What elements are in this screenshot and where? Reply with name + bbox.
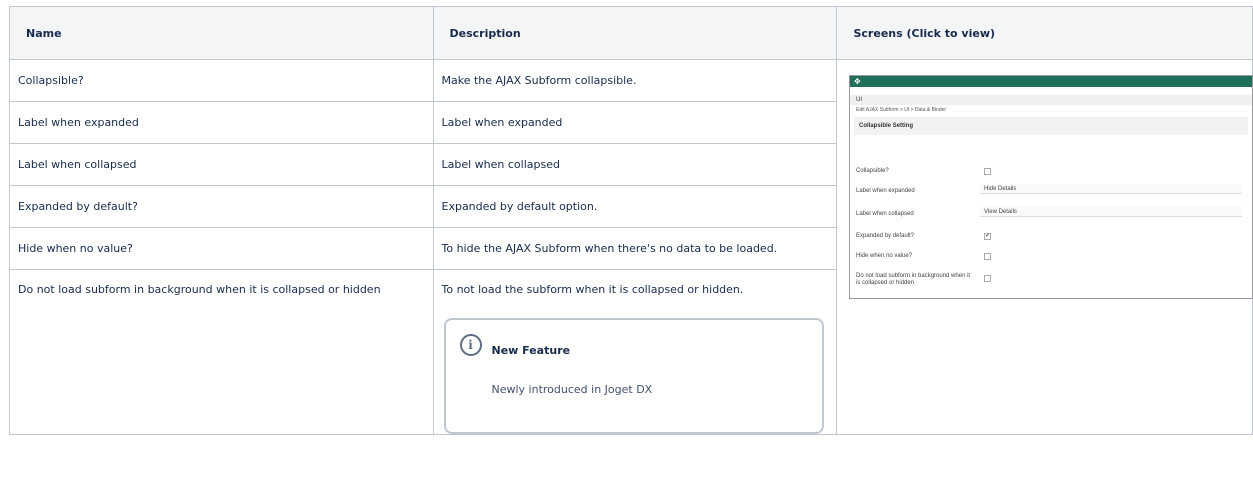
column-header-name: Name xyxy=(9,6,434,60)
row-name: Collapsible? xyxy=(9,59,434,102)
row-name: Do not load subform in background when i… xyxy=(9,269,434,435)
row-description: To not load the subform when it is colla… xyxy=(441,283,744,296)
screenshot-field-label: Do not load subform in background when i… xyxy=(856,273,971,286)
screenshot-checkbox xyxy=(984,275,991,282)
column-header-description: Description xyxy=(432,6,838,60)
screenshot-thumbnail[interactable]: ✥ UI Edit AJAX Subform > UI > Data & Bin… xyxy=(849,75,1253,299)
row-name: Expanded by default? xyxy=(9,185,434,228)
screenshot-breadcrumb: Edit AJAX Subform > UI > Data & Binder xyxy=(856,107,947,113)
screenshot-input-value: Hide Details xyxy=(984,186,1017,192)
screenshot-checkbox: ✔ xyxy=(984,233,991,240)
row-name: Hide when no value? xyxy=(9,227,434,270)
row-name: Label when expanded xyxy=(9,101,434,144)
row-description: Make the AJAX Subform collapsible. xyxy=(432,59,838,102)
screenshot-section-title: Collapsible Setting xyxy=(854,117,1248,135)
screenshot-title: UI xyxy=(850,95,1252,105)
info-panel-title: New Feature xyxy=(491,344,571,357)
screenshot-checkbox xyxy=(984,168,991,175)
table-header-row: Name Description Screens (Click to view) xyxy=(9,6,1253,60)
screenshot-input-value: View Details xyxy=(984,209,1017,215)
screenshot-checkbox xyxy=(984,253,991,260)
screenshot-field-label: Hide when no value? xyxy=(856,253,913,259)
screenshot-field-label: Label when expanded xyxy=(856,188,915,194)
move-icon: ✥ xyxy=(854,77,861,86)
info-panel: i New Feature Newly introduced in Joget … xyxy=(443,318,824,434)
screenshot-field-label: Expanded by default? xyxy=(856,233,915,239)
row-description: To hide the AJAX Subform when there's no… xyxy=(432,227,838,270)
row-description-with-panel: To not load the subform when it is colla… xyxy=(432,269,838,435)
row-description: Label when collapsed xyxy=(432,143,838,186)
screenshot-input xyxy=(980,184,1242,194)
column-header-screens: Screens (Click to view) xyxy=(836,6,1253,60)
row-description: Label when expanded xyxy=(432,101,838,144)
row-name: Label when collapsed xyxy=(9,143,434,186)
row-description: Expanded by default option. xyxy=(432,185,838,228)
info-icon: i xyxy=(459,334,482,356)
info-panel-body: Newly introduced in Joget DX xyxy=(491,383,653,396)
screenshot-input xyxy=(980,207,1242,217)
screenshot-topbar: ✥ xyxy=(850,76,1252,87)
screenshot-field-label: Collapsible? xyxy=(856,168,889,174)
screenshot-field-label: Label when collapsed xyxy=(856,211,914,217)
